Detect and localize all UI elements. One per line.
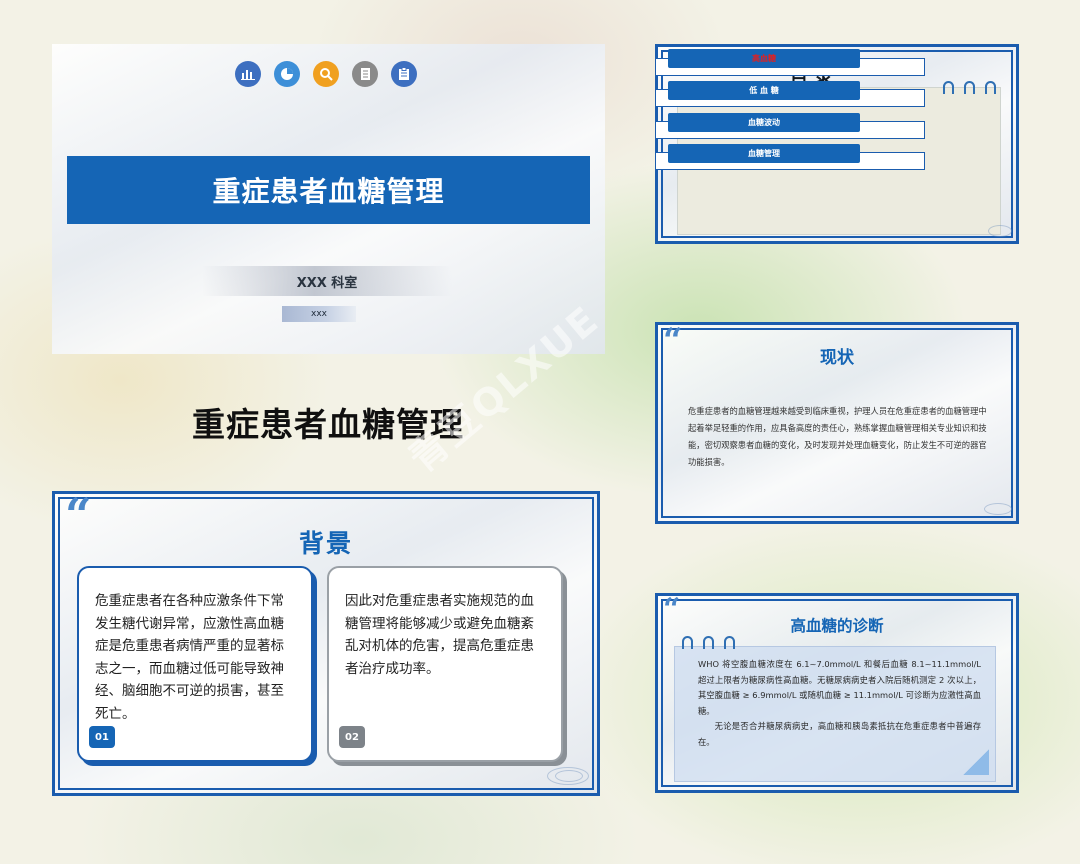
- presenter-label: xxx: [311, 309, 327, 319]
- ring-icon: [682, 636, 693, 649]
- department-bar: XXX 科室: [202, 266, 452, 296]
- spiral-decoration: [555, 770, 583, 782]
- cover-title-band: 重症患者血糖管理: [67, 156, 590, 224]
- diagnosis-slide[interactable]: “ 高血糖的诊断 WHO 将空腹血糖浓度在 6.1~7.0mmol/L 和餐后血…: [655, 592, 1019, 793]
- background-heading: 背景: [298, 529, 353, 558]
- toc-item-4[interactable]: 血糖管理: [668, 144, 860, 163]
- presenter-bar: xxx: [282, 306, 356, 322]
- icon-row: [235, 61, 417, 87]
- status-slide[interactable]: “ 现状 危重症患者的血糖管理越来越受到临床重视，护理人员在危重症患者的血糖管理…: [655, 321, 1019, 524]
- status-heading: 现状: [820, 348, 854, 368]
- status-body: 危重症患者的血糖管理越来越受到临床重视，护理人员在危重症患者的血糖管理中起着举足…: [688, 406, 987, 467]
- toc-item-2[interactable]: 低 血 糖: [668, 81, 860, 100]
- card-text: 因此对危重症患者实施规范的血糖管理将能够减少或避免血糖紊乱对机体的危害，提高危重…: [345, 593, 534, 677]
- cover-slide[interactable]: 重症患者血糖管理 XXX 科室 xxx: [52, 44, 605, 354]
- spiral-decoration: [984, 503, 1012, 515]
- ring-icon: [703, 636, 714, 649]
- toc-slide[interactable]: 目 录 高血糖 低 血 糖 血糖波动 血糖管理: [655, 44, 1019, 244]
- ring-icon: [964, 81, 975, 94]
- background-card-1: 危重症患者在各种应激条件下常发生糖代谢异常，应激性高血糖症是危重患者病情严重的显…: [77, 566, 313, 762]
- diagnosis-heading: 高血糖的诊断: [790, 617, 884, 635]
- notebook-icon: [352, 61, 378, 87]
- ring-icon: [724, 636, 735, 649]
- toc-item-3[interactable]: 血糖波动: [668, 113, 860, 132]
- cover-title: 重症患者血糖管理: [212, 175, 445, 208]
- ring-icon: [985, 81, 996, 94]
- binder-rings: [682, 636, 735, 649]
- card-number-badge: 01: [89, 726, 115, 748]
- magnifier-icon: [313, 61, 339, 87]
- page-fold-decoration: [963, 749, 989, 775]
- diagnosis-para-1: WHO 将空腹血糖浓度在 6.1~7.0mmol/L 和餐后血糖 8.1~11.…: [698, 659, 981, 716]
- ring-icon: [943, 81, 954, 94]
- clipboard-icon: [391, 61, 417, 87]
- background-card-2: 因此对危重症患者实施规范的血糖管理将能够减少或避免血糖紊乱对机体的危害，提高危重…: [327, 566, 563, 762]
- spiral-decoration: [988, 225, 1012, 237]
- diagnosis-para-2: 无论是否合并糖尿病病史，高血糖和胰岛素抵抗在危重症患者中普遍存在。: [698, 721, 981, 747]
- background-slide[interactable]: “ 背景 危重症患者在各种应激条件下常发生糖代谢异常，应激性高血糖症是危重患者病…: [52, 488, 600, 796]
- binder-rings: [943, 81, 996, 94]
- pie-chart-icon: [274, 61, 300, 87]
- diagnosis-card: WHO 将空腹血糖浓度在 6.1~7.0mmol/L 和餐后血糖 8.1~11.…: [674, 646, 996, 782]
- toc-item-1[interactable]: 高血糖: [668, 49, 860, 68]
- card-number-badge: 02: [339, 726, 365, 748]
- card-text: 危重症患者在各种应激条件下常发生糖代谢异常，应激性高血糖症是危重患者病情严重的显…: [95, 593, 284, 722]
- department-label: XXX 科室: [296, 275, 358, 291]
- bar-chart-icon: [235, 61, 261, 87]
